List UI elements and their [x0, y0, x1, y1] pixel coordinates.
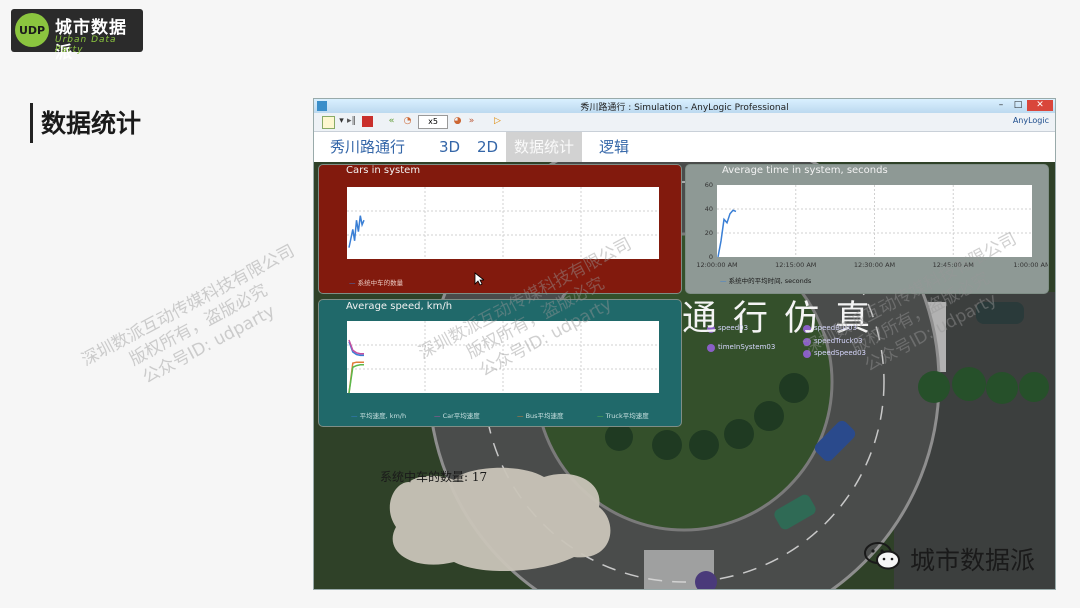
close-button[interactable]: ✕: [1027, 100, 1053, 111]
fast-forward-icon[interactable]: »: [466, 116, 477, 127]
legend-label: Truck平均速度: [605, 412, 649, 420]
play-icon[interactable]: ▷: [492, 116, 503, 127]
brand-logo: UDP 城市数据派 Urban Data Party: [11, 9, 143, 63]
simulation-canvas[interactable]: 秀川路通行仿真 speed03 speedBus03 timeInSystem0…: [314, 162, 1055, 589]
legend-entry: — Truck平均速度: [597, 410, 649, 420]
tab-logic[interactable]: 逻辑: [591, 132, 637, 162]
y-tick-label: 20: [705, 229, 713, 237]
maximize-button[interactable]: □: [1011, 100, 1025, 111]
y-tick-label: 60: [705, 181, 713, 189]
tab-2d[interactable]: 2D: [469, 132, 506, 162]
legend-swatch: —: [351, 412, 358, 420]
tab-3d[interactable]: 3D: [431, 132, 468, 162]
minimize-button[interactable]: –: [994, 100, 1008, 111]
legend-entry: — Car平均速度: [434, 410, 480, 420]
x-tick-label: 12:15:00 AM: [775, 261, 816, 269]
y-tick-label: 0: [709, 253, 713, 261]
car-count-value: 17: [471, 470, 488, 484]
y-tick-label: 40: [705, 205, 713, 213]
debug-label: speed03: [718, 324, 749, 332]
legend-swatch: —: [349, 279, 356, 287]
window-title: 秀川路通行 : Simulation - AnyLogic Profession…: [580, 103, 789, 113]
legend-swatch: —: [720, 277, 727, 285]
heading-accent-bar: [30, 103, 33, 143]
legend-entry: — 平均速度, km/h: [351, 410, 406, 420]
legend-swatch: —: [597, 412, 604, 420]
legend-label: 平均速度, km/h: [359, 412, 407, 420]
car-count-label: 系统中车的数量:: [380, 470, 469, 484]
x-tick-label: 12:00:00 AM: [696, 261, 737, 269]
stop-icon[interactable]: [362, 116, 373, 127]
debug-label: timeInSystem03: [718, 343, 776, 351]
wechat-icon: [864, 542, 900, 570]
legend-entry: — Bus平均速度: [517, 410, 564, 420]
anylogic-brand: AnyLogic: [1012, 116, 1049, 125]
speed-field[interactable]: x5: [418, 115, 448, 129]
tab-xiuchuan-road[interactable]: 秀川路通行: [322, 132, 413, 162]
tab-statistics[interactable]: 数据统计: [506, 132, 583, 162]
page-heading: 数据统计: [41, 109, 142, 138]
legend-swatch: —: [434, 412, 441, 420]
legend-entry: — 系统中的平均时间, seconds: [720, 275, 811, 285]
legend-label: Bus平均速度: [525, 412, 564, 420]
legend-swatch: —: [517, 412, 524, 420]
brand-name: 城市数据派: [910, 546, 1036, 575]
step-icon[interactable]: ▸‖: [346, 116, 357, 127]
legend-label: 系统中车的数量: [357, 279, 404, 287]
mouse-cursor-icon: [474, 272, 484, 286]
logo-subtitle: Urban Data Party: [55, 35, 117, 55]
speed-up-icon[interactable]: ◕: [452, 116, 463, 127]
layout-icon[interactable]: [322, 116, 335, 129]
watermark-line: 版权所有，盗版必究: [126, 280, 271, 371]
sim-toolbar: ▾ ▸‖ « ◔ x5 ◕ » ▷ AnyLogic: [314, 113, 1055, 132]
legend-label: Car平均速度: [442, 412, 480, 420]
legend-label: 系统中的平均时间, seconds: [728, 277, 812, 285]
logo-mark-icon: UDP: [15, 13, 49, 47]
clock-icon[interactable]: ◔: [402, 116, 413, 127]
x-tick-label: 12:30:00 AM: [854, 261, 895, 269]
view-tabs: 秀川路通行 3D 2D 数据统计 逻辑: [314, 132, 1055, 162]
watermark-left: 深圳数派互动传媒科技有限公司 版权所有，盗版必究 公众号ID: udparty: [78, 240, 319, 410]
slow-down-icon[interactable]: «: [386, 116, 397, 127]
car-count-readout: 系统中车的数量: 17: [380, 468, 487, 485]
window-titlebar: 秀川路通行 : Simulation - AnyLogic Profession…: [314, 99, 1055, 113]
legend-entry: — 系统中车的数量: [349, 277, 403, 287]
